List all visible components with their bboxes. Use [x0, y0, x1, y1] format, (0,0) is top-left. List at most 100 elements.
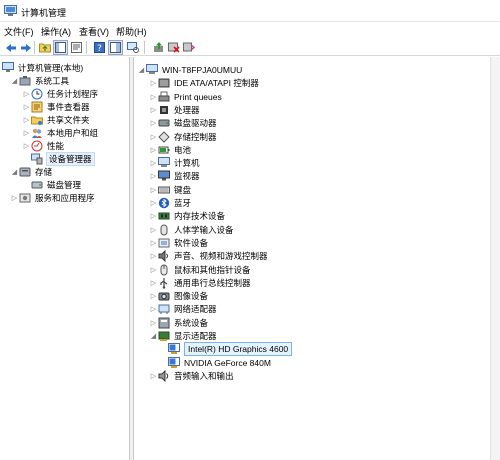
- nav-item[interactable]: ▷ 本地用户和组: [22, 126, 98, 139]
- expand-arrow-icon[interactable]: ▷: [149, 236, 158, 249]
- audio-io-icon: [158, 369, 170, 382]
- folder-up-icon[interactable]: [37, 40, 52, 55]
- expand-arrow-icon[interactable]: ▷: [149, 169, 158, 182]
- expand-arrow-icon[interactable]: ▷: [22, 87, 31, 100]
- expand-arrow-icon[interactable]: ▷: [22, 100, 31, 113]
- console-view-icon[interactable]: [108, 40, 123, 55]
- device-category[interactable]: ▷ 系统设备: [149, 316, 208, 329]
- device-category[interactable]: ▷ 电池: [149, 143, 191, 156]
- storage-controller-icon: [158, 130, 170, 143]
- device-category[interactable]: ▷ 监视器: [149, 169, 200, 182]
- device-category[interactable]: ▷ 处理器: [149, 103, 200, 116]
- expand-arrow-icon[interactable]: ▷: [22, 126, 31, 139]
- expand-arrow-icon[interactable]: ▷: [149, 263, 158, 276]
- display-adapter-device[interactable]: Intel(R) HD Graphics 4600: [159, 341, 293, 356]
- nav-item[interactable]: ◢ 存储: [10, 165, 52, 178]
- device-category-label: 存储控制器: [174, 131, 217, 142]
- device-tree-root[interactable]: ◢ WIN-T8FPJA0UMUU: [137, 63, 242, 76]
- device-category-label: 蓝牙: [174, 197, 192, 208]
- expand-arrow-icon[interactable]: ▷: [149, 223, 158, 236]
- expand-arrow-icon[interactable]: ▷: [22, 139, 31, 152]
- expand-arrow-icon[interactable]: ▷: [149, 249, 158, 262]
- collapse-arrow-icon[interactable]: ◢: [10, 165, 19, 178]
- expand-arrow-icon[interactable]: ▷: [149, 76, 158, 89]
- menu-help[interactable]: 帮助(H): [116, 25, 147, 38]
- device-category-label: 磁盘驱动器: [174, 117, 217, 128]
- expand-arrow-icon[interactable]: ▷: [149, 289, 158, 302]
- nav-item[interactable]: ▷ 服务和应用程序: [10, 191, 95, 204]
- display-adapter-label: NVIDIA GeForce 840M: [184, 357, 271, 368]
- monitor-scan-icon[interactable]: [125, 40, 140, 55]
- menu-action[interactable]: 操作(A): [41, 25, 71, 38]
- expand-arrow-icon[interactable]: ▷: [149, 209, 158, 222]
- nav-item-label: 共享文件夹: [47, 114, 90, 125]
- device-category[interactable]: ◢ 显示适配器: [149, 329, 217, 342]
- collapse-arrow-icon[interactable]: ◢: [149, 329, 158, 342]
- vertical-scrollbar[interactable]: [490, 57, 500, 460]
- device-category[interactable]: ▷ 音频输入和输出: [149, 369, 234, 382]
- expand-arrow-icon[interactable]: ▷: [149, 369, 158, 382]
- device-category[interactable]: ▷ 人体学输入设备: [149, 223, 234, 236]
- device-category[interactable]: ▷ 软件设备: [149, 236, 208, 249]
- device-category[interactable]: ▷ 计算机: [149, 156, 200, 169]
- expand-arrow-icon[interactable]: ▷: [149, 302, 158, 315]
- update-driver-icon[interactable]: [151, 40, 166, 55]
- device-category[interactable]: ▷ IDE ATA/ATAPI 控制器: [149, 76, 259, 89]
- device-category[interactable]: ▷ 磁盘驱动器: [149, 116, 217, 129]
- device-category[interactable]: ▷ 内存技术设备: [149, 209, 225, 222]
- pane-splitter[interactable]: [130, 57, 134, 460]
- expand-arrow-icon[interactable]: ▷: [149, 316, 158, 329]
- device-category-label: 音频输入和输出: [174, 370, 234, 381]
- expand-arrow-icon[interactable]: ▷: [149, 130, 158, 143]
- collapse-arrow-icon[interactable]: ◢: [10, 74, 19, 87]
- expand-arrow-icon[interactable]: ▷: [149, 276, 158, 289]
- device-category[interactable]: ▷ Print queues: [149, 90, 222, 103]
- usb-icon: [158, 277, 170, 289]
- device-category[interactable]: ▷ 蓝牙: [149, 196, 191, 209]
- menu-file[interactable]: 文件(F): [4, 25, 34, 38]
- forward-icon[interactable]: [18, 40, 33, 55]
- expand-arrow-icon[interactable]: ▷: [22, 113, 31, 126]
- device-category-label: 系统设备: [174, 317, 209, 328]
- expand-arrow-icon[interactable]: ◢: [137, 63, 146, 76]
- device-category[interactable]: ▷ 通用串行总线控制器: [149, 276, 251, 289]
- nav-item[interactable]: ▷ 任务计划程序: [22, 87, 98, 100]
- device-category[interactable]: ▷ 网络适配器: [149, 302, 217, 315]
- title-bar: 计算机管理: [0, 0, 500, 22]
- expand-arrow-icon[interactable]: ▷: [149, 143, 158, 156]
- back-icon[interactable]: [3, 40, 18, 55]
- device-category-label: 图像设备: [174, 290, 209, 301]
- toolbar-separator: [34, 41, 35, 54]
- nav-item[interactable]: ◢ 系统工具: [10, 74, 69, 87]
- expand-arrow-icon[interactable]: ▷: [149, 183, 158, 196]
- menu-view[interactable]: 查看(V): [79, 25, 109, 38]
- expand-arrow-icon[interactable]: ▷: [149, 90, 158, 103]
- display-adapter-device[interactable]: NVIDIA GeForce 840M: [159, 356, 271, 369]
- nav-item[interactable]: ▷ 性能: [22, 139, 64, 152]
- device-category[interactable]: ▷ 鼠标和其他指针设备: [149, 263, 251, 276]
- scan-hardware-icon[interactable]: [181, 40, 196, 55]
- device-category[interactable]: ▷ 键盘: [149, 183, 191, 196]
- expand-arrow-icon[interactable]: ▷: [149, 196, 158, 209]
- properties-icon[interactable]: [69, 40, 84, 55]
- expand-arrow-icon[interactable]: ▷: [149, 116, 158, 129]
- expand-arrow-icon[interactable]: ▷: [10, 191, 19, 204]
- nav-item-label: 磁盘管理: [47, 179, 82, 190]
- nav-item[interactable]: ▷ 共享文件夹: [22, 113, 90, 126]
- uninstall-device-icon[interactable]: [166, 40, 181, 55]
- help-icon[interactable]: ?: [92, 40, 107, 55]
- device-category[interactable]: ▷ 图像设备: [149, 289, 208, 302]
- expand-arrow-icon[interactable]: ▷: [149, 103, 158, 116]
- expand-arrow-icon[interactable]: ▷: [149, 156, 158, 169]
- toolbar-separator: [144, 41, 145, 54]
- device-category[interactable]: ▷ 声音、视频和游戏控制器: [149, 249, 268, 262]
- nav-item[interactable]: 磁盘管理: [22, 178, 81, 191]
- nav-item[interactable]: 设备管理器: [22, 151, 95, 166]
- system-device-icon: [158, 317, 170, 329]
- device-category[interactable]: ▷ 存储控制器: [149, 130, 217, 143]
- show-hide-tree-icon[interactable]: [53, 40, 68, 55]
- tree-root[interactable]: 计算机管理(本地): [2, 61, 83, 74]
- nav-item[interactable]: ▷ 事件查看器: [22, 100, 90, 113]
